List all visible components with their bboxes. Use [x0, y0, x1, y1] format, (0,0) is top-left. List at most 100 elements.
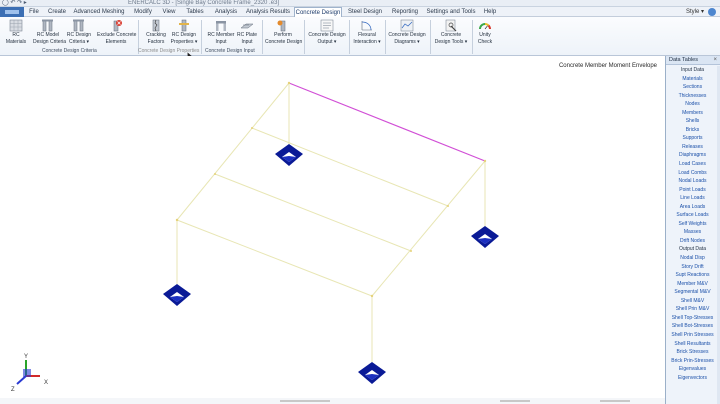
axis-triad-icon	[16, 360, 40, 385]
title-bar: ◯ ↶ ↷ ▸ ENERCALC 3D - [Single Bay Concre…	[0, 0, 720, 7]
data-table-item-bricks[interactable]: Bricks	[666, 126, 719, 135]
concrete-design-diagrams-button[interactable]: Concrete Design Diagrams ▾	[387, 19, 427, 47]
tab-file[interactable]: File	[26, 7, 42, 17]
data-table-item-shell-resultants[interactable]: Shell Resultants	[666, 340, 719, 349]
data-tables-list: Input Data Materials Sections Thicknesses No…	[666, 66, 719, 382]
group-separator	[262, 20, 263, 54]
application-menu-button[interactable]	[0, 7, 24, 17]
data-table-item-load-cases[interactable]: Load Cases	[666, 160, 719, 169]
rc-model-design-criteria-button[interactable]: RC Model Design Criteria	[33, 19, 66, 47]
interaction-icon	[361, 21, 372, 31]
style-dropdown[interactable]: Style ▾	[686, 7, 704, 17]
perform-concrete-design-button[interactable]: Perform Concrete Design	[265, 19, 302, 47]
rc-member-input-button[interactable]: RC Member Input	[205, 19, 237, 47]
tab-advanced-meshing[interactable]: Advanced Meshing	[73, 7, 125, 17]
tab-steel-design[interactable]: Steel Design	[347, 7, 383, 17]
cracking-factors-button[interactable]: Cracking Factors	[141, 19, 171, 47]
data-table-item-eigenvectors[interactable]: Eigenvectors	[666, 374, 719, 383]
highlighted-beam[interactable]	[288, 82, 486, 162]
data-table-item-shell-bot-stresses[interactable]: Shell Bot-Stresses	[666, 322, 719, 331]
app-window: ◯ ↶ ↷ ▸ ENERCALC 3D - [Single Bay Concre…	[0, 0, 720, 404]
concrete-design-output-button[interactable]: Concrete Design Output ▾	[307, 19, 347, 47]
data-table-item-shells[interactable]: Shells	[666, 117, 719, 126]
tab-view[interactable]: View	[160, 7, 178, 17]
data-table-item-sections[interactable]: Sections	[666, 83, 719, 92]
group-separator	[349, 20, 350, 54]
data-table-item-segmental-m-v[interactable]: Segmental M&V	[666, 288, 719, 297]
group-separator	[385, 20, 386, 54]
tab-analysis-results[interactable]: Analysis Results	[245, 7, 291, 17]
rc-materials-button[interactable]: RC Materials	[1, 19, 31, 47]
support-back-right[interactable]	[471, 226, 499, 248]
tab-help[interactable]: Help	[481, 7, 499, 17]
concrete-design-tools-button[interactable]: Concrete Design Tools ▾	[432, 19, 470, 47]
rc-design-criteria-button[interactable]: RC Design Criteria ▾	[64, 19, 94, 47]
frame-model-drawing[interactable]: Y X Z	[0, 56, 665, 404]
close-icon[interactable]: ×	[713, 56, 717, 65]
group-label-input: Concrete Design Input	[205, 48, 255, 54]
data-table-item-nodal-disp[interactable]: Nodal Disp	[666, 254, 719, 263]
data-table-item-shell-top-stresses[interactable]: Shell Top-Stresses	[666, 314, 719, 323]
rc-plate-input-button[interactable]: RC Plate Input	[234, 19, 260, 47]
data-table-item-drift-nodes[interactable]: Drift Nodes	[666, 237, 719, 246]
tools-icon	[445, 19, 457, 32]
data-tables-header: Data Tables ×	[666, 56, 720, 65]
flexural-interaction-button[interactable]: Flexural Interaction ▾	[351, 19, 383, 47]
tab-tables[interactable]: Tables	[184, 7, 206, 17]
data-table-item-brick-stresses[interactable]: Brick Stresses	[666, 348, 719, 357]
ribbon: RC Materials RC Model Design Criteria RC…	[0, 17, 720, 56]
data-table-item-nodes[interactable]: Nodes	[666, 100, 719, 109]
data-table-item-line-loads[interactable]: Line Loads	[666, 194, 719, 203]
tab-reporting[interactable]: Reporting	[389, 7, 421, 17]
member-input-icon	[216, 21, 226, 31]
data-table-item-thicknesses[interactable]: Thicknesses	[666, 92, 719, 101]
tab-create[interactable]: Create	[47, 7, 67, 17]
data-table-item-diaphragms[interactable]: Diaphragms	[666, 151, 719, 160]
data-table-item-area-loads[interactable]: Area Loads	[666, 203, 719, 212]
data-table-item-materials[interactable]: Materials	[666, 75, 719, 84]
tab-modify[interactable]: Modify	[131, 7, 155, 17]
data-table-item-shell-prin-stresses[interactable]: Shell Prin Stresses	[666, 331, 719, 340]
data-table-item-shell-m-v[interactable]: Shell M&V	[666, 297, 719, 306]
quick-access-icons[interactable]: ◯ ↶ ↷ ▸	[2, 0, 27, 7]
group-separator	[304, 20, 305, 54]
data-table-item-surface-loads[interactable]: Surface Loads	[666, 211, 719, 220]
axis-label-x: X	[44, 380, 48, 386]
support-back-left[interactable]	[275, 144, 303, 166]
data-tables-panel: Data Tables × Input Data Materials Section…	[665, 56, 720, 404]
data-table-item-supt-reactions[interactable]: Supt Reactions	[666, 271, 719, 280]
support-front-right[interactable]	[358, 362, 386, 384]
data-table-item-member-m-v[interactable]: Member M&V	[666, 280, 719, 289]
grid-icon	[9, 19, 23, 32]
data-table-item-eigenvalues[interactable]: Eigenvalues	[666, 365, 719, 374]
help-icon[interactable]	[708, 8, 716, 16]
exclude-icon	[113, 20, 122, 32]
perform-icon	[277, 20, 286, 32]
unity-check-button[interactable]: Unity Check	[470, 19, 500, 47]
data-table-item-supports[interactable]: Supports	[666, 134, 719, 143]
model-viewport[interactable]: Concrete Member Moment Envelope Y X Z	[0, 56, 665, 404]
data-table-item-shell-prin-m-v[interactable]: Shell Prin M&V	[666, 305, 719, 314]
data-table-item-nodal-loads[interactable]: Nodal Loads	[666, 177, 719, 186]
data-table-item-story-drift[interactable]: Story Drift	[666, 263, 719, 272]
plate-input-icon	[240, 23, 254, 29]
data-table-item-load-combs[interactable]: Load Combs	[666, 169, 719, 178]
support-front-left[interactable]	[163, 284, 191, 306]
rc-design-properties-button[interactable]: RC Design Properties ▾	[169, 19, 199, 47]
data-table-item-self-weights[interactable]: Self Weights	[666, 220, 719, 229]
data-tables-header-output-data: Output Data	[679, 246, 706, 253]
tab-settings-and-tools[interactable]: Settings and Tools	[426, 7, 476, 17]
axis-label-y: Y	[24, 354, 28, 360]
output-icon	[320, 19, 334, 32]
window-title: ENERCALC 3D - [Single Bay Concrete Frame…	[128, 0, 280, 6]
columns-icon	[73, 19, 84, 32]
data-table-item-releases[interactable]: Releases	[666, 143, 719, 152]
tab-analysis[interactable]: Analysis	[212, 7, 240, 17]
data-table-item-point-loads[interactable]: Point Loads	[666, 186, 719, 195]
gauge-icon	[479, 23, 491, 30]
data-table-item-masses[interactable]: Masses	[666, 228, 719, 237]
exclude-concrete-elements-button[interactable]: Exclude Concrete Elements	[97, 19, 136, 47]
data-table-item-members[interactable]: Members	[666, 109, 719, 118]
data-table-item-brick-prin-stresses[interactable]: Brick Prin-Stresses	[666, 357, 719, 366]
status-bar	[0, 398, 665, 404]
